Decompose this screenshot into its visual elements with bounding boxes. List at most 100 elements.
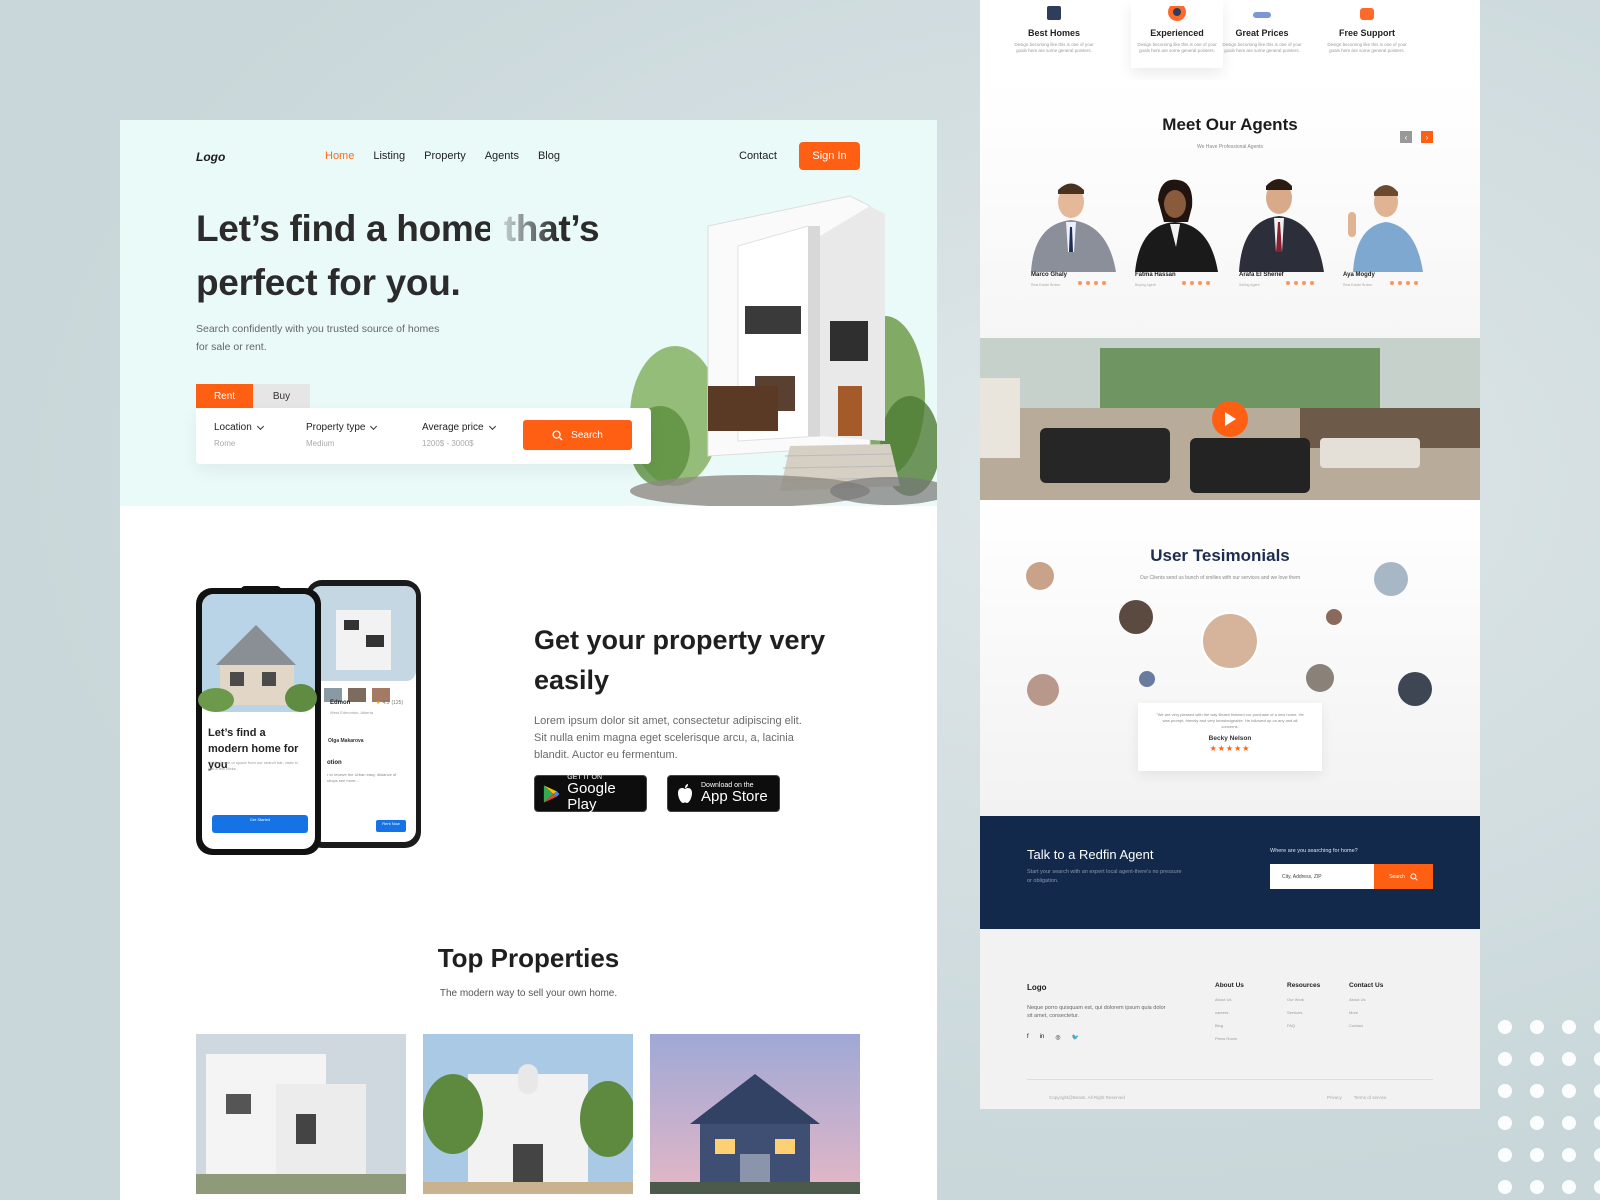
nav-link-blog[interactable]: Blog	[538, 150, 560, 162]
agent-name: Fatma Hassan	[1135, 272, 1176, 278]
search-button-label: Search	[571, 429, 603, 441]
agent-card[interactable]: Fatma Hassan Buying Agent	[1130, 172, 1230, 297]
tab-buy[interactable]: Buy	[253, 384, 310, 408]
mail-icon[interactable]	[1102, 281, 1106, 285]
agent-photo	[1031, 183, 1116, 272]
phone-icon[interactable]	[1286, 281, 1290, 285]
google-play-button[interactable]: GET IT ON Google Play	[534, 774, 647, 813]
decorative-dots	[1490, 1010, 1600, 1200]
location-select[interactable]: Location Rome	[214, 422, 264, 448]
user-avatar[interactable]	[1026, 562, 1054, 590]
support-icon	[1360, 8, 1374, 20]
nav-link-property[interactable]: Property	[424, 150, 466, 162]
instagram-icon[interactable]	[1094, 281, 1098, 285]
cta-search-button[interactable]: Search	[1374, 864, 1433, 889]
property-card-3[interactable]	[650, 1034, 860, 1194]
terms-link[interactable]: Terms of service	[1354, 1095, 1387, 1100]
thumbs-up-icon	[1047, 6, 1061, 20]
instagram-icon[interactable]	[1406, 281, 1410, 285]
user-avatar[interactable]	[1027, 674, 1059, 706]
phone-listing-address: West Edmonton, Alberta	[330, 710, 374, 715]
footer-link[interactable]: careers	[1215, 1010, 1244, 1015]
agent-photo	[1239, 179, 1324, 272]
app-section-title: Get your property very easily	[534, 625, 826, 695]
cta-question: Where are you searching for home?	[1270, 848, 1358, 854]
facebook-icon[interactable]: f	[1027, 1034, 1029, 1041]
agent-social-icons	[1078, 281, 1106, 285]
facebook-icon[interactable]	[1398, 281, 1402, 285]
agent-social-icons	[1286, 281, 1314, 285]
rating-stars: ★★★★★	[1209, 744, 1251, 753]
search-button[interactable]: Search	[523, 420, 632, 450]
footer-link[interactable]: Our Work	[1287, 997, 1320, 1002]
user-avatar[interactable]	[1374, 562, 1408, 596]
play-button[interactable]	[1212, 401, 1248, 437]
user-avatar[interactable]	[1326, 609, 1342, 625]
footer-link[interactable]: Press Room	[1215, 1036, 1244, 1041]
twitter-icon[interactable]: 🐦	[1072, 1034, 1079, 1041]
instagram-icon[interactable]: ◎	[1055, 1034, 1060, 1041]
featured-user-avatar[interactable]	[1201, 612, 1259, 670]
mail-icon[interactable]	[1206, 281, 1210, 285]
privacy-link[interactable]: Privacy	[1327, 1095, 1342, 1100]
linkedin-icon[interactable]: in	[1040, 1034, 1045, 1041]
footer-link[interactable]: More	[1349, 1010, 1383, 1015]
instagram-icon[interactable]	[1302, 281, 1306, 285]
agent-card[interactable]: Arafa El Sherief Selling Agent	[1234, 172, 1334, 297]
property-card-2[interactable]	[423, 1034, 633, 1194]
user-avatar[interactable]	[1139, 671, 1155, 687]
cta-subtitle: Start your search with an expert local a…	[1027, 869, 1182, 884]
footer-link[interactable]: Contact	[1349, 1023, 1383, 1028]
instagram-icon[interactable]	[1198, 281, 1202, 285]
location-search-input[interactable]: City, Address, ZIP	[1270, 864, 1374, 889]
average-price-select[interactable]: Average price 1200$ - 3000$	[422, 422, 496, 448]
google-play-big: Google Play	[567, 780, 616, 813]
chevron-down-icon	[370, 422, 378, 430]
property-image	[423, 1034, 633, 1194]
footer-link[interactable]: About Us	[1349, 997, 1383, 1002]
tab-rent[interactable]: Rent	[196, 384, 253, 408]
footer-logo[interactable]: Logo	[1027, 983, 1047, 992]
user-avatar[interactable]	[1119, 600, 1153, 634]
feature-best-homes: Best Homes Design becoming like this is …	[1008, 0, 1100, 54]
play-icon	[1225, 412, 1236, 426]
facebook-icon[interactable]	[1294, 281, 1298, 285]
agent-card[interactable]: Aya Mogdy Real Estate Broker	[1338, 172, 1438, 297]
agent-social-icons	[1390, 281, 1418, 285]
nav-link-agents[interactable]: Agents	[485, 150, 519, 162]
footer-link[interactable]: FAQ	[1287, 1023, 1320, 1028]
footer-link[interactable]: Services	[1287, 1010, 1320, 1015]
agent-social-icons	[1182, 281, 1210, 285]
phone-icon[interactable]	[1390, 281, 1394, 285]
nav-link-listing[interactable]: Listing	[373, 150, 405, 162]
footer-link[interactable]: About Us	[1215, 997, 1244, 1002]
phone-icon[interactable]	[1182, 281, 1186, 285]
phone-icon[interactable]	[1078, 281, 1082, 285]
mail-icon[interactable]	[1310, 281, 1314, 285]
sign-in-button[interactable]: Sign In	[799, 142, 860, 170]
app-store-button[interactable]: Download on the App Store	[667, 775, 780, 812]
average-price-label: Average price	[422, 422, 484, 433]
property-card-1[interactable]	[196, 1034, 406, 1194]
feature-desc: Design becoming like this is one of your…	[1327, 42, 1407, 53]
testimonial-author: Becky Nelson	[1208, 735, 1252, 742]
agent-card[interactable]: Marco Ghaly Real Estate Broker	[1026, 172, 1126, 297]
footer-link[interactable]: Blog	[1215, 1023, 1244, 1028]
phone-listing-name: Edmon	[330, 700, 351, 706]
user-avatar[interactable]	[1398, 672, 1432, 706]
average-price-value: 1200$ - 3000$	[422, 439, 474, 448]
agent-role: Buying Agent	[1135, 283, 1156, 287]
logo[interactable]: Logo	[196, 150, 225, 164]
phone-body: Find a home or space from our search bar…	[208, 760, 298, 771]
facebook-icon[interactable]	[1190, 281, 1194, 285]
agents-next-button[interactable]: ›	[1421, 131, 1433, 143]
nav-contact-link[interactable]: Contact	[739, 150, 777, 162]
property-type-select[interactable]: Property type Medium	[306, 422, 378, 448]
user-avatar[interactable]	[1306, 664, 1334, 692]
feature-title: Free Support	[1338, 28, 1395, 38]
facebook-icon[interactable]	[1086, 281, 1090, 285]
nav-link-home[interactable]: Home	[325, 150, 354, 162]
phone-rating: ★ 4.5 (125)	[376, 700, 404, 706]
agents-prev-button[interactable]: ‹	[1400, 131, 1412, 143]
mail-icon[interactable]	[1414, 281, 1418, 285]
